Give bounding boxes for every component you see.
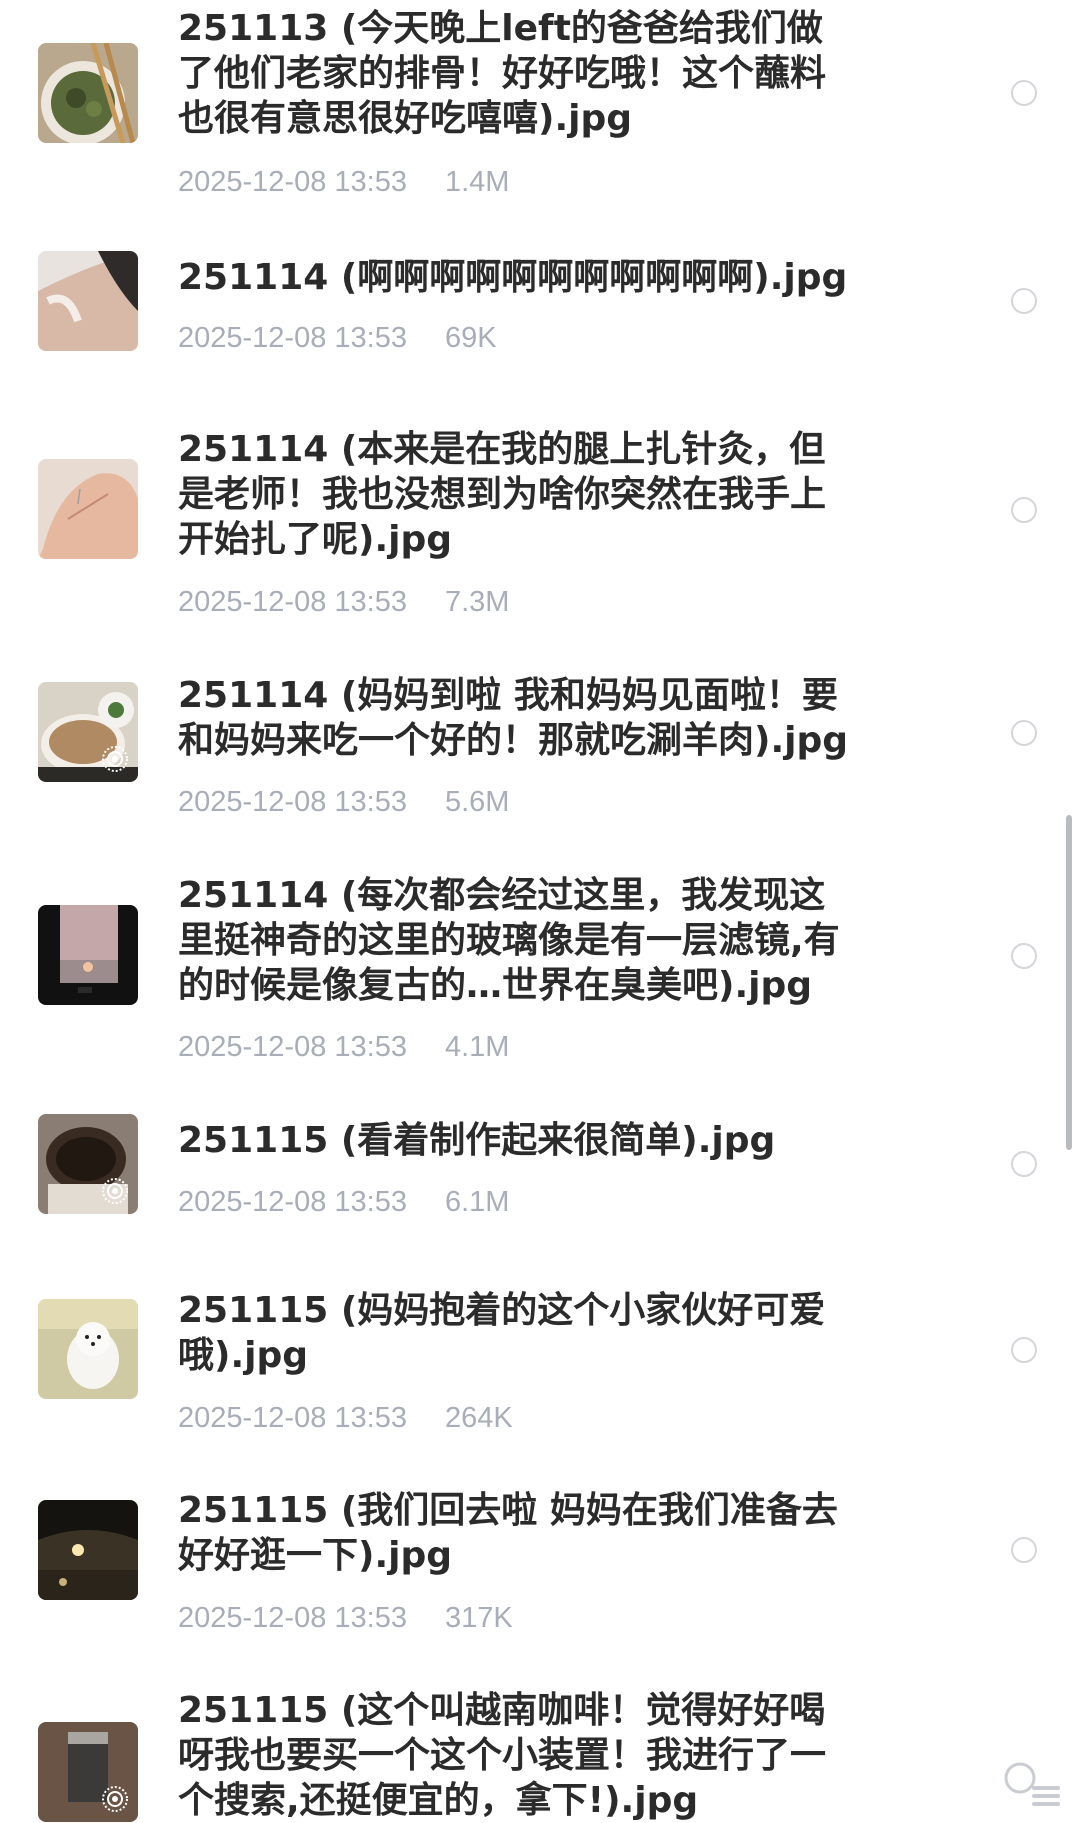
night-car-thumbnail[interactable] bbox=[38, 1500, 138, 1600]
file-meta: 2025-12-08 13:53 1.4M bbox=[178, 166, 509, 199]
file-name: 251114 (妈妈到啦 我和妈妈见面啦！要和妈妈来吃一个好的！那就吃涮羊肉).… bbox=[178, 675, 849, 761]
window-sunset-thumbnail[interactable] bbox=[38, 905, 138, 1005]
file-meta: 2025-12-08 13:53 69K bbox=[178, 322, 497, 355]
file-meta: 2025-12-08 13:53 7.3M bbox=[178, 586, 509, 619]
file-date: 2025-12-08 13:53 bbox=[178, 786, 407, 818]
live-photo-icon bbox=[100, 744, 130, 774]
file-date: 2025-12-08 13:53 bbox=[178, 1602, 407, 1634]
puppy-thumbnail[interactable] bbox=[38, 1299, 138, 1399]
file-date: 2025-12-08 13:53 bbox=[178, 1186, 407, 1218]
file-size: 6.1M bbox=[444, 1186, 510, 1218]
file-meta: 2025-12-08 13:53 4.1M bbox=[178, 1031, 509, 1064]
file-meta: 2025-12-08 13:53 317K bbox=[178, 1602, 513, 1635]
file-name: 251113 (今天晚上left的爸爸给我们做了他们老家的排骨！好好吃哦！这个蘸… bbox=[178, 8, 827, 139]
file-name: 251115 (我们回去啦 妈妈在我们准备去好好逛一下).jpg bbox=[178, 1490, 838, 1576]
select-radio[interactable] bbox=[1011, 1537, 1037, 1563]
file-size: 7.3M bbox=[444, 586, 510, 618]
select-radio[interactable] bbox=[1011, 288, 1037, 314]
select-radio[interactable] bbox=[1011, 720, 1037, 746]
file-name: 251114 (本来是在我的腿上扎针灸，但是老师！我也没想到为啥你突然在我手上开… bbox=[178, 429, 827, 560]
noodle-bowl-thumbnail[interactable] bbox=[38, 43, 138, 143]
file-size: 4.1M bbox=[444, 1031, 510, 1063]
file-meta: 2025-12-08 13:53 5.6M bbox=[178, 786, 509, 819]
select-radio[interactable] bbox=[1011, 1337, 1037, 1363]
select-radio[interactable] bbox=[1011, 943, 1037, 969]
file-date: 2025-12-08 13:53 bbox=[178, 1031, 407, 1063]
file-size: 5.6M bbox=[444, 786, 510, 818]
select-radio[interactable] bbox=[1011, 497, 1037, 523]
file-size: 1.4M bbox=[444, 166, 510, 198]
leg-acupuncture-thumbnail[interactable] bbox=[38, 251, 138, 351]
file-date: 2025-12-08 13:53 bbox=[178, 586, 407, 618]
file-name: 251115 (妈妈抱着的这个小家伙好可爱哦).jpg bbox=[178, 1290, 826, 1376]
file-name: 251114 (每次都会经过这里，我发现这里挺神奇的这里的玻璃像是有一层滤镜,有… bbox=[178, 875, 840, 1006]
scrollbar[interactable] bbox=[1066, 815, 1072, 1150]
select-radio[interactable] bbox=[1011, 1151, 1037, 1177]
file-size: 317K bbox=[444, 1602, 513, 1634]
file-date: 2025-12-08 13:53 bbox=[178, 166, 407, 198]
select-radio[interactable] bbox=[1011, 80, 1037, 106]
file-size: 264K bbox=[444, 1402, 513, 1434]
file-meta: 2025-12-08 13:53 6.1M bbox=[178, 1186, 509, 1219]
file-meta: 2025-12-08 13:53 264K bbox=[178, 1402, 513, 1435]
live-photo-icon bbox=[100, 1176, 130, 1206]
file-name: 251115 (这个叫越南咖啡！觉得好好喝呀我也要买一个这个小装置！我进行了一个… bbox=[178, 1690, 827, 1821]
file-date: 2025-12-08 13:53 bbox=[178, 322, 407, 354]
file-date: 2025-12-08 13:53 bbox=[178, 1402, 407, 1434]
file-size: 69K bbox=[444, 322, 497, 354]
live-photo-icon bbox=[100, 1784, 130, 1814]
file-name: 251115 (看着制作起来很简单).jpg bbox=[178, 1120, 776, 1161]
file-name: 251114 (啊啊啊啊啊啊啊啊啊啊啊).jpg bbox=[178, 257, 848, 298]
hand-acupuncture-thumbnail[interactable] bbox=[38, 459, 138, 559]
list-menu-icon[interactable] bbox=[998, 1752, 1062, 1812]
